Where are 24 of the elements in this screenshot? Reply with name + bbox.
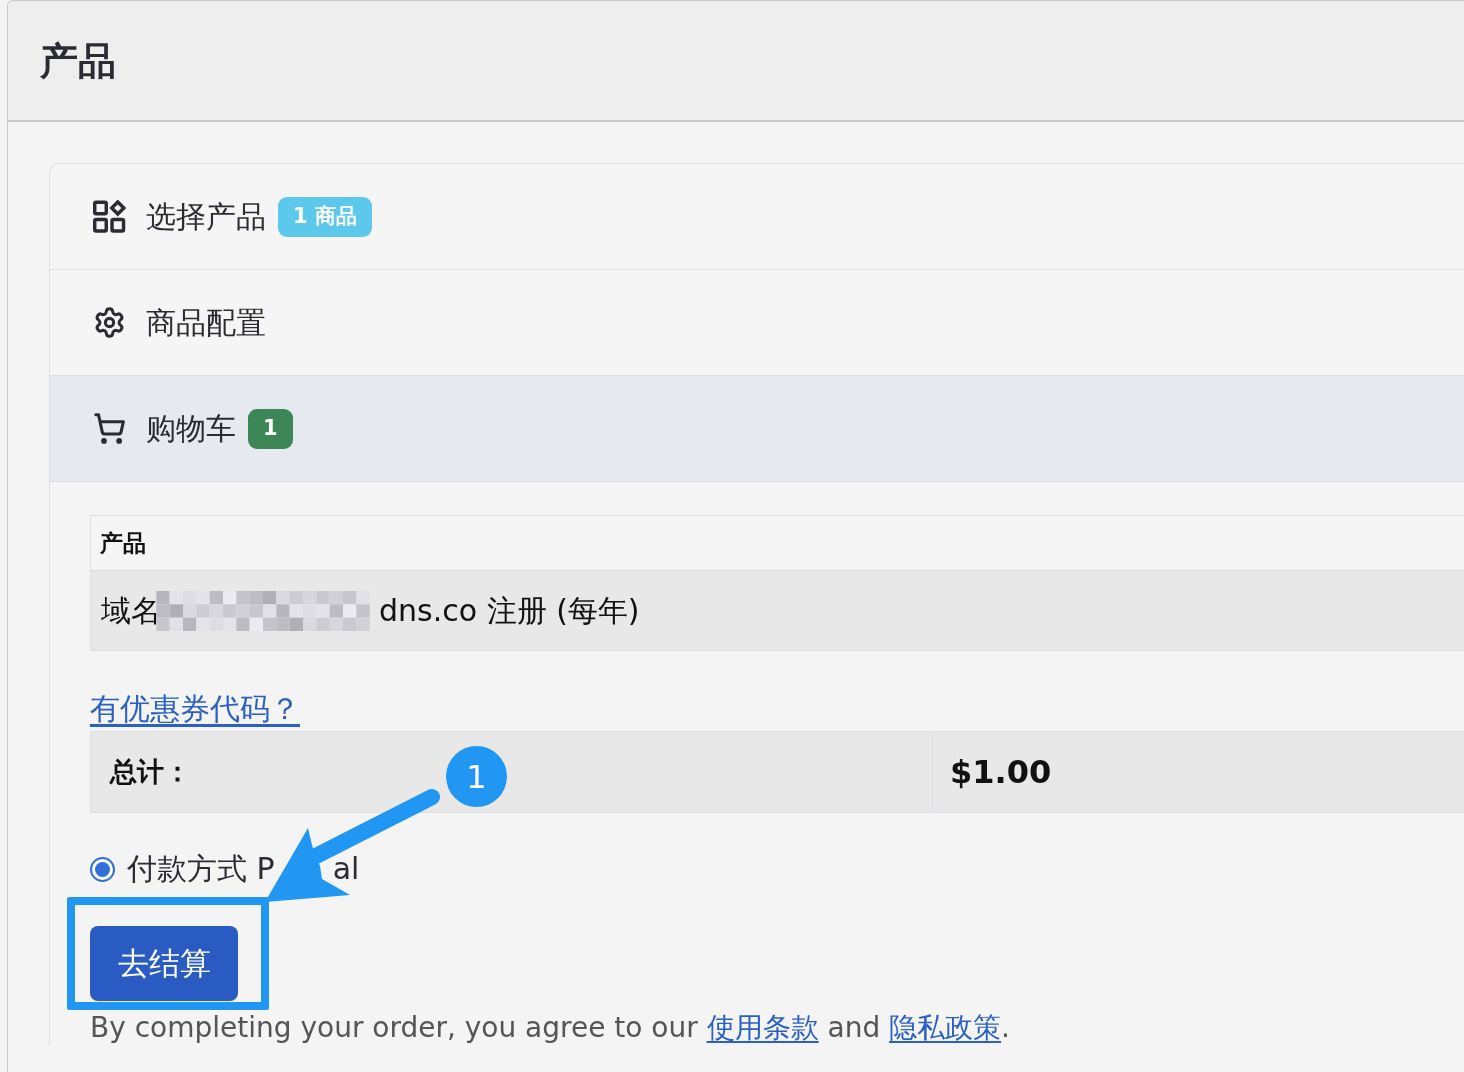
count-badge: 1 商品: [278, 196, 372, 237]
radio-button[interactable]: [90, 856, 115, 882]
payment-label: al: [332, 854, 360, 884]
checkout-button[interactable]: 去结算: [90, 926, 238, 1001]
step-label: 选择产品: [146, 201, 266, 232]
grid-icon: [93, 200, 126, 233]
step-label: 购物车: [146, 413, 236, 444]
payment-label: 付款方式 P: [127, 854, 275, 884]
product-name: 域名: [101, 595, 161, 626]
gear-icon: [93, 306, 126, 339]
column-header: 产品: [100, 528, 146, 558]
coupon-link[interactable]: 有优惠券代码？: [90, 689, 314, 729]
policy-link[interactable]: 使用条款: [706, 1011, 819, 1044]
cart-icon: [93, 412, 126, 445]
count-badge: 1: [248, 408, 293, 449]
policy-link[interactable]: 隐私政策: [889, 1011, 1002, 1044]
step-tab[interactable]: 选择产品 1 商品: [50, 164, 1464, 270]
page-title: 产品: [40, 41, 116, 80]
step-label: 商品配置: [146, 307, 266, 338]
agreement-text: By completing your order, you agree to our 使用条款 and 隐私政策.: [90, 1011, 1011, 1045]
step-tab[interactable]: 购物车 1: [50, 376, 1464, 482]
total-label: 总计：: [110, 754, 191, 789]
product-name: dns.co 注册 (每年): [379, 595, 640, 626]
total-amount: $1.00: [950, 752, 1052, 793]
